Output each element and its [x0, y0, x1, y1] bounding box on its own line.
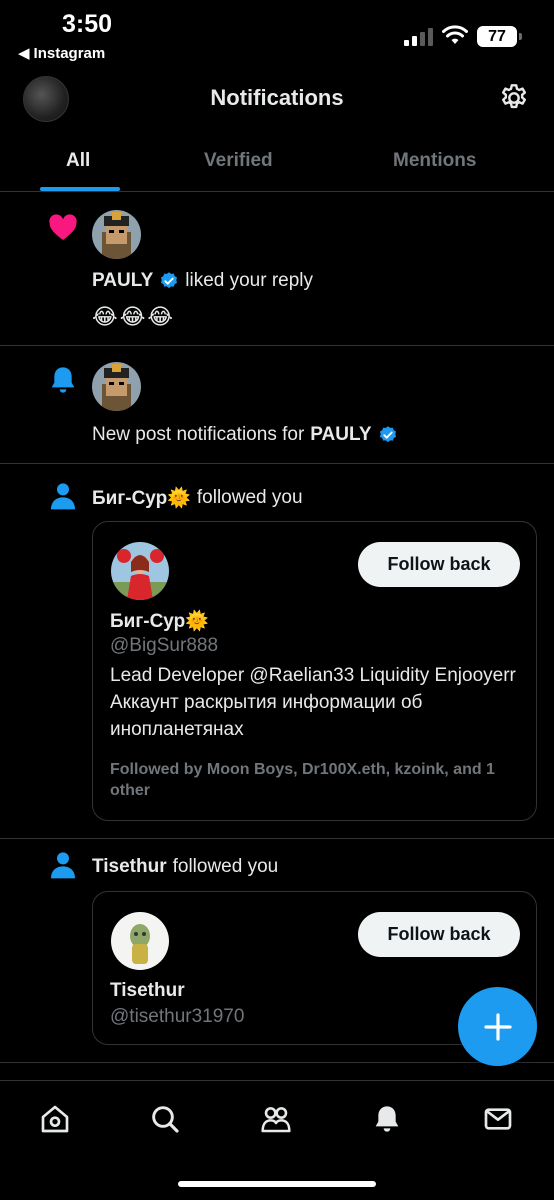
user-name[interactable]: PAULY — [310, 424, 371, 446]
gear-icon[interactable] — [498, 82, 530, 114]
notification-text: Биг-Сур🌞 followed you — [92, 486, 303, 510]
verified-badge-icon — [379, 426, 396, 443]
user-name[interactable]: PAULY — [92, 270, 153, 292]
person-icon — [51, 852, 75, 879]
follow-back-button[interactable]: Follow back — [358, 912, 520, 957]
notification-action: liked your reply — [185, 270, 314, 291]
avatar[interactable] — [92, 362, 141, 411]
notification-text: PAULY liked your reply — [92, 270, 313, 292]
person-icon — [51, 483, 75, 510]
battery-indicator: 77 — [477, 26, 522, 47]
user-name[interactable]: Tisethur — [92, 856, 167, 878]
card-bio: Lead Developer @Raelian33 Liquidity Enjo… — [110, 665, 516, 740]
notification-follow[interactable]: Биг-Сур🌞 followed you Follow back Биг-Су… — [0, 464, 554, 839]
card-display-name[interactable]: Биг-Сур🌞 — [110, 609, 209, 633]
reply-content: 😂😂😂 — [92, 304, 176, 329]
cellular-signal-icon — [404, 28, 433, 46]
plus-icon — [483, 1012, 512, 1041]
notification-text: New post notifications for PAULY — [92, 424, 398, 446]
notification-action: followed you — [196, 487, 303, 508]
card-display-name[interactable]: Tisethur — [110, 980, 185, 1002]
status-time: 3:50 — [62, 10, 113, 38]
card-followed-by: Followed by Moon Boys, Dr100X.eth, kzoin… — [110, 761, 495, 799]
user-name[interactable]: Биг-Сур🌞 — [92, 486, 191, 510]
notification-action: followed you — [172, 856, 279, 877]
home-indicator[interactable] — [178, 1181, 376, 1187]
card-handle[interactable]: @BigSur888 — [110, 635, 218, 657]
tab-all[interactable]: All — [66, 150, 90, 172]
back-to-app-link[interactable]: ◀ Instagram — [18, 44, 106, 63]
notification-tabs: All Verified Mentions — [0, 130, 554, 192]
notification-prefix: New post notifications for — [92, 424, 305, 445]
avatar[interactable] — [111, 912, 169, 970]
bell-icon — [51, 367, 75, 393]
tab-verified[interactable]: Verified — [204, 150, 273, 172]
heart-icon — [49, 214, 77, 240]
active-tab-indicator — [40, 187, 120, 191]
messages-icon[interactable] — [482, 1103, 514, 1135]
card-handle[interactable]: @tisethur31970 — [110, 1006, 244, 1028]
page-title: Notifications — [210, 85, 344, 110]
verified-badge-icon — [161, 272, 178, 289]
follow-back-button[interactable]: Follow back — [358, 542, 520, 587]
avatar[interactable] — [92, 210, 141, 259]
status-bar: 3:50 ◀ Instagram 77 — [0, 0, 554, 70]
user-card[interactable]: Follow back Биг-Сур🌞 @BigSur888 Lead Dev… — [92, 521, 537, 821]
header: Notifications — [0, 70, 554, 130]
notification-new-post[interactable]: New post notifications for PAULY — [0, 346, 554, 464]
back-triangle-icon: ◀ — [18, 45, 30, 62]
home-icon[interactable] — [39, 1103, 71, 1135]
communities-icon[interactable] — [260, 1103, 292, 1135]
notification-like[interactable]: PAULY liked your reply 😂😂😂 — [0, 192, 554, 346]
wifi-icon — [442, 25, 468, 44]
back-app-label: Instagram — [33, 44, 106, 62]
compose-button[interactable] — [458, 987, 537, 1066]
notifications-icon[interactable] — [371, 1103, 403, 1135]
avatar[interactable] — [111, 542, 169, 600]
tab-mentions[interactable]: Mentions — [393, 150, 476, 172]
notification-text: Tisethur followed you — [92, 856, 278, 878]
search-icon[interactable] — [149, 1103, 181, 1135]
